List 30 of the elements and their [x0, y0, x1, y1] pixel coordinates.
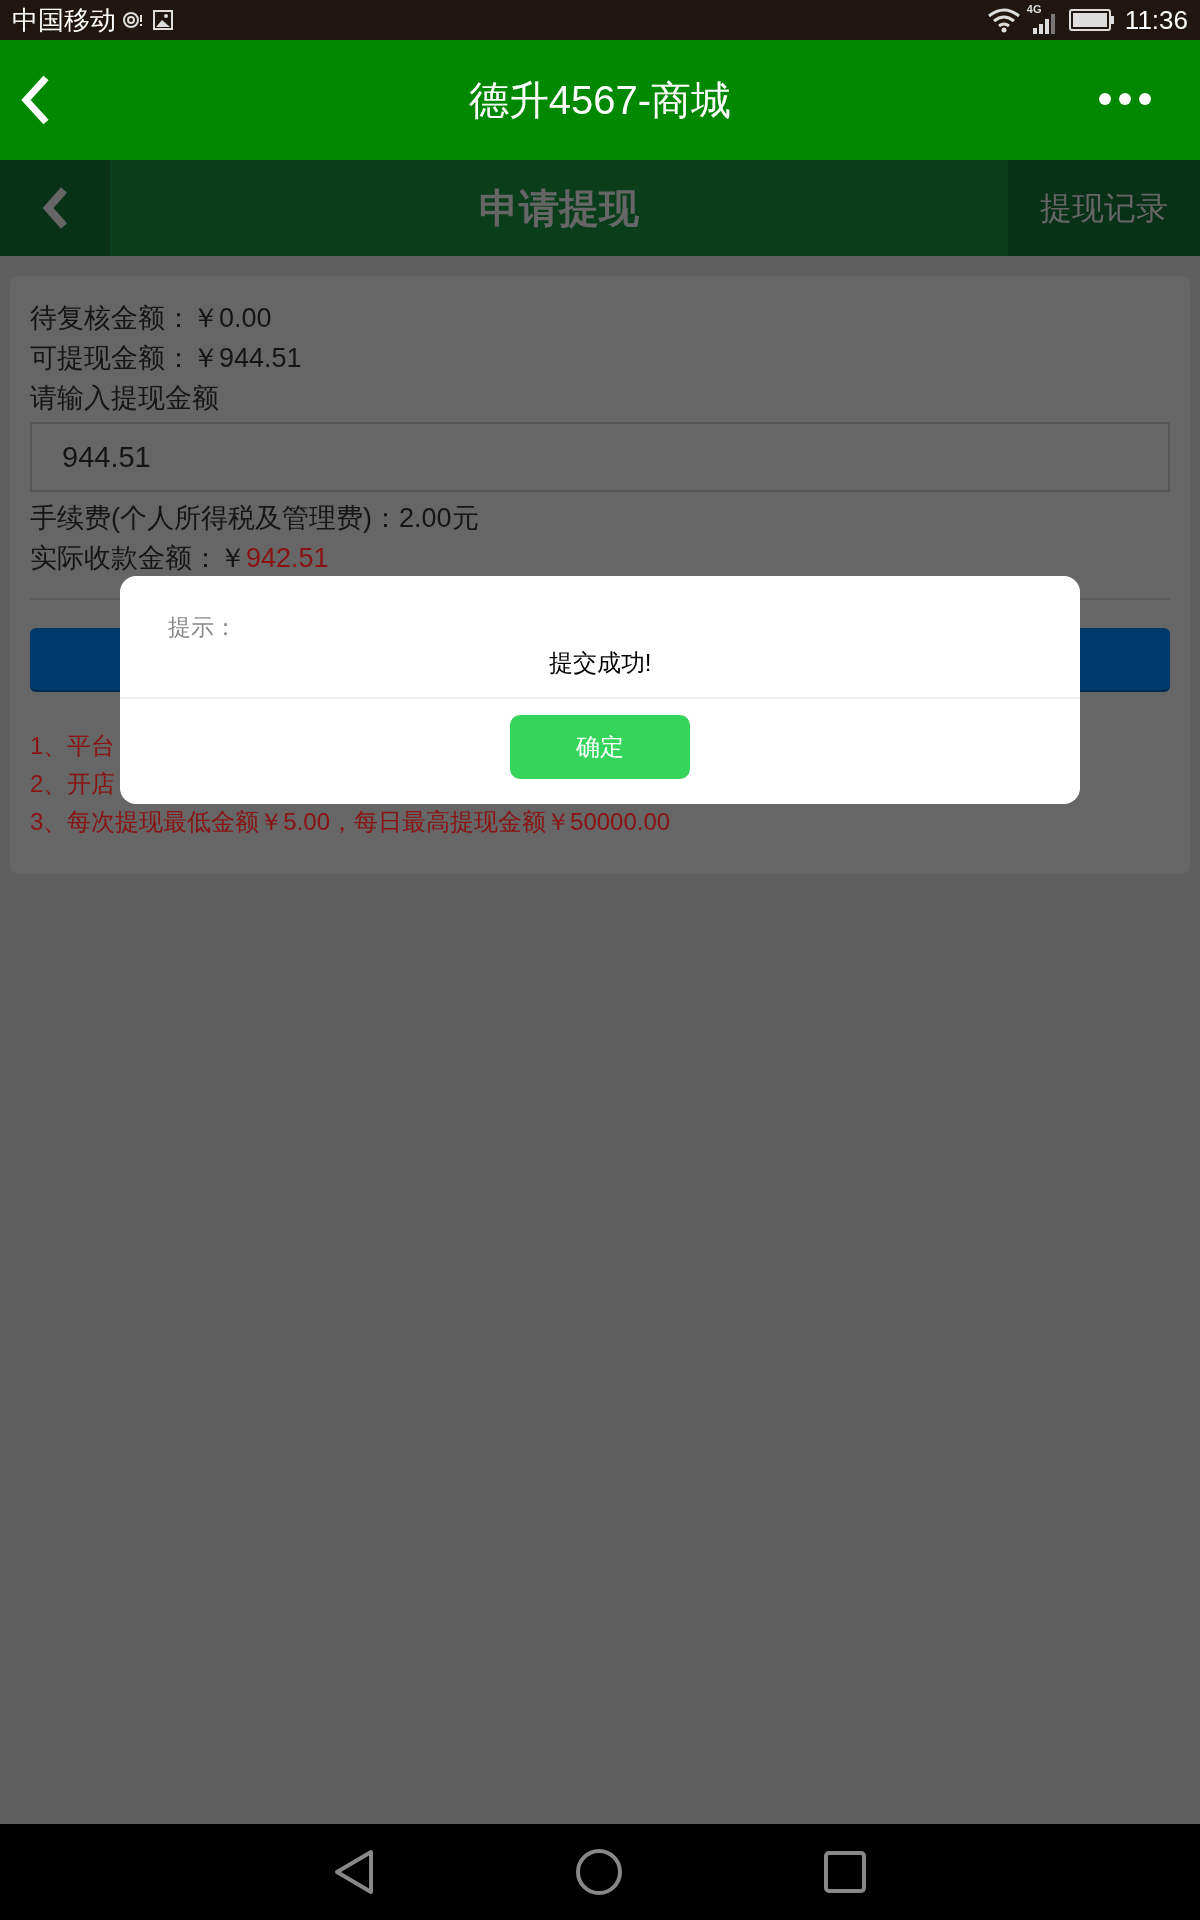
app-title: 德升4567-商城: [468, 80, 732, 120]
more-button[interactable]: [1098, 92, 1152, 106]
page-title: 申请提现: [478, 185, 640, 232]
confirm-button[interactable]: 确定: [510, 714, 690, 779]
recents-nav-button[interactable]: [823, 1850, 867, 1894]
note-text: 2、开店: [30, 769, 116, 799]
amount-field[interactable]: 944.51: [30, 422, 1170, 492]
pending-amount: 待复核金额：￥0.00: [30, 302, 273, 335]
note-text: 1、平台: [30, 731, 116, 761]
home-nav-button[interactable]: [575, 1848, 623, 1896]
withdrawal-records-link[interactable]: 提现记录: [1008, 160, 1200, 256]
target-icon: [122, 9, 144, 31]
carrier-name: 中国移动: [12, 7, 116, 33]
wifi-icon: [986, 7, 1021, 33]
image-icon: [152, 9, 174, 31]
back-button[interactable]: [0, 160, 110, 256]
battery-icon: [1068, 9, 1115, 31]
back-nav-button[interactable]: [333, 1848, 375, 1896]
dialog-title: 提示：: [168, 614, 237, 640]
actual-amount-value: 942.51: [246, 542, 329, 575]
signal-icon: [1032, 14, 1057, 34]
fee-text: 手续费(个人所得税及管理费)：2.00元: [30, 502, 480, 535]
input-label: 请输入提现金额: [30, 382, 220, 415]
clock: 11:36: [1124, 7, 1188, 33]
available-amount: 可提现金额：￥944.51: [30, 342, 303, 375]
dialog-message: 提交成功!: [548, 647, 652, 678]
back-icon: [40, 186, 70, 230]
actual-amount-label: 实际收款金额：￥: [30, 542, 246, 575]
network-label: 4G: [1026, 4, 1042, 15]
note-text: 3、每次提现最低金额￥5.00，每日最高提现金额￥50000.00: [30, 807, 671, 837]
